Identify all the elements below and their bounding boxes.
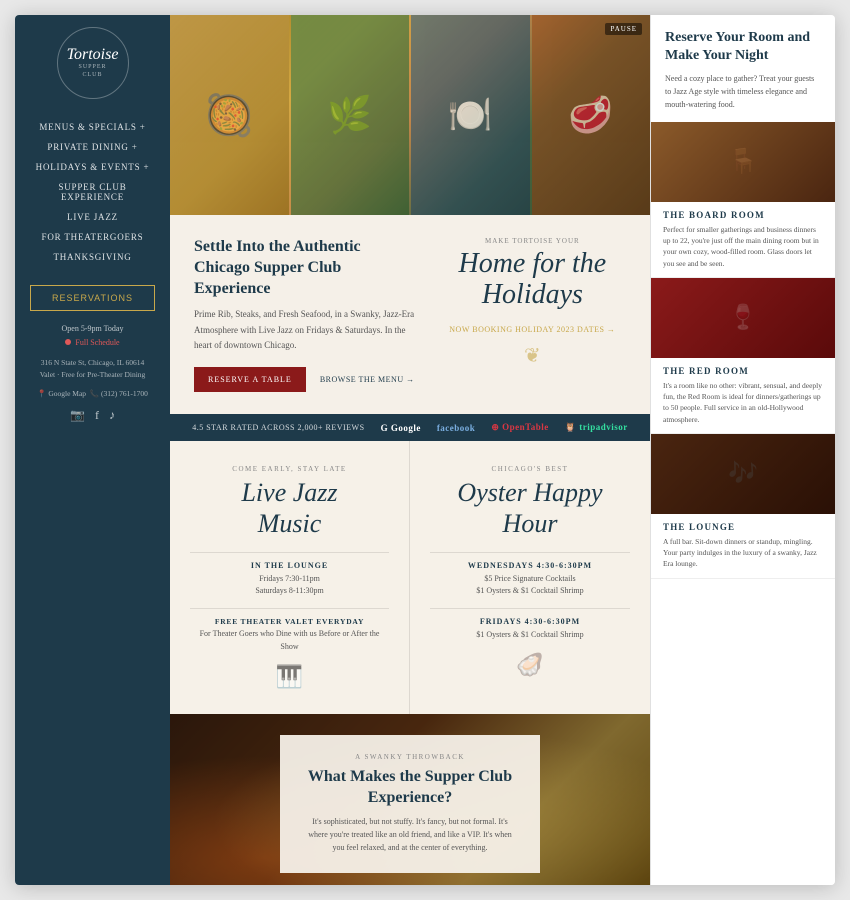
swanky-card: A SWANKY THROWBACK What Makes the Supper…	[280, 735, 540, 873]
board-room-desc: Perfect for smaller gatherings and busin…	[663, 224, 823, 269]
holidays-line1: Home for the	[439, 249, 626, 280]
board-room-name: THE BOARD ROOM	[663, 210, 823, 220]
sidebar: Tortoise SUPPERCLUB MENUS & SPECIALS + P…	[15, 15, 170, 885]
jazz-tag: COME EARLY, STAY LATE	[190, 465, 389, 473]
review-bar: 4.5 STAR RATED ACROSS 2,000+ REVIEWS G G…	[170, 414, 650, 441]
hero-description: Prime Rib, Steaks, and Fresh Seafood, in…	[194, 307, 419, 353]
jazz-details: Fridays 7:30-11pmSaturdays 8-11:30pm	[190, 573, 389, 599]
swanky-title: What Makes the Supper Club Experience?	[302, 767, 518, 809]
hero-text-section: Settle Into the Authentic Chicago Supper…	[170, 215, 650, 414]
features-section: COME EARLY, STAY LATE Live Jazz Music IN…	[170, 441, 650, 714]
hero-left: Settle Into the Authentic Chicago Supper…	[194, 237, 419, 392]
google-review: G Google	[381, 423, 421, 433]
right-panel-title: Reserve Your Room and Make Your Night	[665, 29, 821, 65]
hero-title: Settle Into the Authentic Chicago Supper…	[194, 237, 419, 299]
address-line1: 316 N State St, Chicago, IL 60614	[41, 358, 144, 367]
hero-image: 🥘 🌿 🍽️ 🥩 PAUSE	[170, 15, 650, 215]
board-room-info: THE BOARD ROOM Perfect for smaller gathe…	[651, 202, 835, 278]
google-map-text: Google Map	[48, 389, 86, 398]
phone-text: (312) 761-1700	[101, 389, 148, 398]
schedule-dot	[65, 339, 71, 345]
holidays-line2: Holidays	[439, 280, 626, 311]
oyster-wed-label: WEDNESDAYS 4:30-6:30PM	[430, 561, 630, 570]
right-panel-header: Reserve Your Room and Make Your Night Ne…	[651, 15, 835, 122]
oyster-tag: CHICAGO'S BEST	[430, 465, 630, 473]
features-grid: COME EARLY, STAY LATE Live Jazz Music IN…	[170, 441, 650, 714]
holidays-script: Home for the Holidays	[439, 249, 626, 311]
nav-menu: MENUS & SPECIALS + PRIVATE DINING + HOLI…	[23, 117, 162, 267]
right-panel-description: Need a cozy place to gather? Treat your …	[665, 73, 821, 111]
make-tortoise-tag: MAKE TORTOISE YOUR	[439, 237, 626, 245]
jazz-card: COME EARLY, STAY LATE Live Jazz Music IN…	[170, 441, 410, 714]
address-line2: Valet · Free for Pre-Theater Dining	[40, 370, 146, 379]
food-item-2: 🌿	[291, 15, 410, 215]
board-room-image: 🪑	[651, 122, 835, 202]
jazz-subtitle: IN THE LOUNGE	[190, 561, 389, 570]
oyster-title-line1: Oyster Happy	[457, 478, 602, 507]
tiktok-icon[interactable]: ♪	[109, 408, 115, 423]
nav-item-private[interactable]: PRIVATE DINING +	[23, 137, 162, 157]
booking-link[interactable]: NOW BOOKING HOLIDAY 2023 DATES →	[449, 325, 615, 334]
nav-item-holidays[interactable]: HOLIDAYS & EVENTS +	[23, 157, 162, 177]
jazz-title: Live Jazz Music	[190, 477, 389, 539]
red-room-image: 🍷	[651, 278, 835, 358]
jazz-title-line2: Music	[258, 509, 322, 538]
google-map-link[interactable]: 📍 Google Map 📞 (312) 761-1700	[37, 389, 148, 398]
oyster-icon: 🦪	[430, 652, 630, 678]
food-item-4: 🥩	[532, 15, 651, 215]
food-item-3: 🍽️	[411, 15, 530, 215]
open-hours: Open 5-9pm Today	[62, 323, 124, 334]
oyster-fri-details: $1 Oysters & $1 Cocktail Shrimp	[430, 629, 630, 642]
swanky-tag: A SWANKY THROWBACK	[302, 753, 518, 761]
hero-right: MAKE TORTOISE YOUR Home for the Holidays…	[439, 237, 626, 392]
jazz-title-line1: Live Jazz	[241, 478, 337, 507]
reservations-button[interactable]: RESERVATIONS	[30, 285, 155, 311]
schedule-link[interactable]: Full Schedule	[65, 338, 119, 347]
oyster-fri-label: FRIDAYS 4:30-6:30PM	[430, 617, 630, 626]
oyster-title: Oyster Happy Hour	[430, 477, 630, 539]
social-icons: 📷 f ♪	[70, 408, 115, 423]
nav-item-jazz[interactable]: LIVE JAZZ	[23, 207, 162, 227]
oyster-card: CHICAGO'S BEST Oyster Happy Hour WEDNESD…	[410, 441, 650, 714]
tripadvisor-review: 🦉 tripadvisor	[565, 422, 628, 433]
food-grid: 🥘 🌿 🍽️ 🥩	[170, 15, 650, 215]
review-rating-text: 4.5 STAR RATED ACROSS 2,000+ REVIEWS	[192, 423, 364, 432]
main-content: 🥘 🌿 🍽️ 🥩 PAUSE Settle Into the Authentic…	[170, 15, 650, 885]
red-room-desc: It's a room like no other: vibrant, sens…	[663, 380, 823, 425]
food-item-1: 🥘	[170, 15, 289, 215]
logo-circle: Tortoise SUPPERCLUB	[57, 27, 129, 99]
right-panel: Reserve Your Room and Make Your Night Ne…	[650, 15, 835, 885]
address-block: 316 N State St, Chicago, IL 60614 Valet …	[40, 357, 146, 381]
nav-item-thanksgiving[interactable]: THANKSGIVING	[23, 247, 162, 267]
decor-flourish: ❦	[439, 343, 626, 368]
piano-icon: 🎹	[190, 664, 389, 690]
pause-button[interactable]: PAUSE	[605, 23, 642, 35]
reserve-table-button[interactable]: RESERVE A TABLE	[194, 367, 306, 392]
lounge-info: THE LOUNGE A full bar. Sit-down dinners …	[651, 514, 835, 579]
red-room-info: THE RED ROOM It's a room like no other: …	[651, 358, 835, 434]
nav-item-theater[interactable]: FOR THEATERGOERS	[23, 227, 162, 247]
swanky-description: It's sophisticated, but not stuffy. It's…	[302, 816, 518, 854]
hero-cta-row: RESERVE A TABLE BROWSE THE MENU →	[194, 367, 419, 392]
jazz-highlight-desc: For Theater Goers who Dine with us Befor…	[190, 628, 389, 654]
nav-item-menus[interactable]: MENUS & SPECIALS +	[23, 117, 162, 137]
brand-name: Tortoise	[67, 47, 119, 63]
lounge-image: 🎶	[651, 434, 835, 514]
instagram-icon[interactable]: 📷	[70, 408, 85, 423]
lounge-desc: A full bar. Sit-down dinners or standup,…	[663, 536, 823, 570]
jazz-highlight: FREE THEATER VALET EVERYDAY	[190, 617, 389, 626]
browse-menu-link[interactable]: BROWSE THE MENU →	[320, 375, 415, 384]
facebook-icon[interactable]: f	[95, 408, 99, 423]
brand-subtitle: SUPPERCLUB	[78, 63, 106, 80]
nav-item-supper[interactable]: SUPPER CLUB EXPERIENCE	[23, 177, 162, 207]
opentable-review: ⊕ OpenTable	[491, 422, 548, 433]
lounge-name: THE LOUNGE	[663, 522, 823, 532]
red-room-name: THE RED ROOM	[663, 366, 823, 376]
schedule-link-text: Full Schedule	[75, 338, 119, 347]
facebook-review: facebook	[437, 423, 476, 433]
logo-area: Tortoise SUPPERCLUB	[57, 27, 129, 103]
oyster-title-line2: Hour	[503, 509, 558, 538]
oyster-wed-details: $5 Price Signature Cocktails$1 Oysters &…	[430, 573, 630, 599]
bottom-photo: A SWANKY THROWBACK What Makes the Supper…	[170, 714, 650, 885]
